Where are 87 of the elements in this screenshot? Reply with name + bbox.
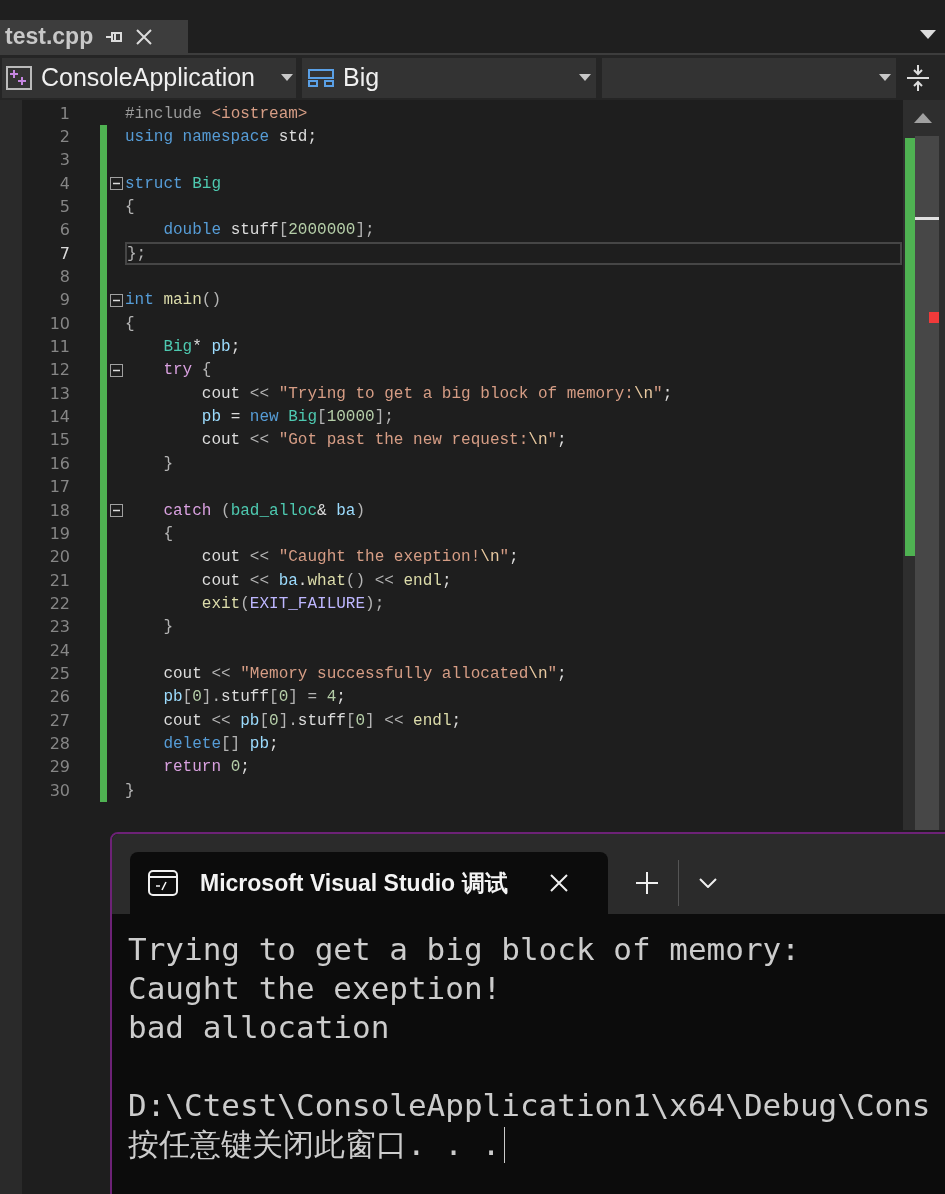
line-number: 4 <box>58 172 70 195</box>
add-icon[interactable] <box>636 872 658 894</box>
line-number: 24 <box>48 639 70 662</box>
code-line: { <box>162 523 173 545</box>
line-number: 6 <box>58 219 70 242</box>
scope-dropdown[interactable]: Big <box>302 57 596 98</box>
collapse-icon[interactable] <box>109 293 123 307</box>
line-number: 12 <box>48 359 70 382</box>
line-number: 10 <box>48 312 70 335</box>
line-number: 28 <box>48 732 70 755</box>
caret-marker <box>915 217 939 220</box>
line-number: 26 <box>48 686 70 709</box>
line-number: 27 <box>48 709 70 732</box>
code-line: cout << ba.what() << endl; <box>200 570 452 592</box>
line-number: 7 <box>58 242 70 265</box>
code-line: exit(EXIT_FAILURE); <box>200 593 385 615</box>
line-number: 14 <box>48 406 70 429</box>
scroll-up-icon[interactable] <box>914 113 932 123</box>
code-line: delete[] pb; <box>162 733 279 755</box>
project-dropdown[interactable]: ConsoleApplication <box>2 57 296 98</box>
console-tab[interactable]: Microsoft Visual Studio 调试 <box>130 852 608 914</box>
line-number: 15 <box>48 429 70 452</box>
line-number: 22 <box>48 592 70 615</box>
console-output-line: 按任意键关闭此窗口. . . <box>128 1125 501 1165</box>
line-number: 2 <box>58 126 70 148</box>
code-line: } <box>162 453 173 475</box>
dropdown-caret-icon <box>879 74 891 81</box>
terminal-icon <box>148 870 178 896</box>
file-tab[interactable]: test.cpp <box>0 20 188 53</box>
line-number: 30 <box>48 779 70 802</box>
struct-icon <box>307 67 335 88</box>
code-line: cout << pb[0].stuff[0] << endl; <box>162 710 462 732</box>
code-line: cout << "Trying to get a big block of memory:\n"; <box>200 383 673 405</box>
console-output-line: D:\Ctest\ConsoleApplication1\x64\Debug\Cons <box>128 1086 931 1126</box>
dropdown-caret-icon[interactable] <box>920 30 936 39</box>
scroll-track[interactable] <box>915 136 939 830</box>
line-number: 29 <box>48 756 70 779</box>
project-icon <box>5 64 33 91</box>
code-line: struct Big <box>125 173 222 195</box>
dropdown-caret-icon <box>579 74 591 81</box>
close-icon[interactable] <box>135 27 154 46</box>
code-line: using namespace std; <box>125 127 318 148</box>
line-number: 25 <box>48 662 70 685</box>
line-number: 18 <box>48 499 70 522</box>
code-line: return 0; <box>162 757 250 779</box>
line-number: 17 <box>48 476 70 499</box>
collapse-icon[interactable] <box>109 504 123 517</box>
console-output-line: Caught the exeption! <box>128 969 502 1009</box>
error-marker <box>929 312 939 323</box>
line-number: 9 <box>58 289 70 312</box>
code-line: { <box>125 197 135 219</box>
code-line: int main() <box>125 290 221 312</box>
line-number: 16 <box>48 452 70 475</box>
split-icon[interactable] <box>906 63 930 92</box>
code-line: }; <box>127 243 147 265</box>
code-line: catch (bad_alloc& ba) <box>162 500 366 522</box>
line-number: 13 <box>48 382 70 405</box>
line-number: 20 <box>48 546 70 569</box>
line-number: 19 <box>48 522 70 545</box>
line-number: 3 <box>58 149 70 172</box>
code-line: #include <iostream> <box>125 103 308 125</box>
line-number: 23 <box>48 616 70 639</box>
close-icon[interactable] <box>550 874 568 892</box>
code-line: double stuff[2000000]; <box>162 220 375 242</box>
code-line: cout << "Got past the new request:\n"; <box>200 430 567 452</box>
code-line: { <box>125 313 135 335</box>
line-number: 21 <box>48 569 70 592</box>
code-line: Big* pb; <box>162 337 241 359</box>
code-line: } <box>162 617 173 639</box>
line-number: 1 <box>58 102 70 125</box>
dropdown-caret-icon <box>281 74 293 81</box>
code-line: cout << "Memory successfully allocated\n"; <box>162 663 567 685</box>
code-line: cout << "Caught the exeption!\n"; <box>200 547 519 569</box>
line-number: 8 <box>58 266 70 289</box>
chevron-down-icon[interactable] <box>699 878 717 888</box>
scrollbar[interactable] <box>903 100 945 830</box>
line-number: 5 <box>58 196 70 219</box>
collapse-icon[interactable] <box>109 177 123 191</box>
pin-icon[interactable] <box>105 29 124 44</box>
code-line: pb = new Big[10000]; <box>200 407 394 429</box>
code-line: } <box>125 780 135 802</box>
console-output-line: bad allocation <box>128 1008 390 1048</box>
code-line: pb[0].stuff[0] = 4; <box>162 687 346 709</box>
collapse-icon[interactable] <box>109 363 123 377</box>
code-line: try { <box>162 360 212 382</box>
console-output-line: Trying to get a big block of memory: <box>128 930 800 970</box>
line-number: 11 <box>48 336 70 359</box>
